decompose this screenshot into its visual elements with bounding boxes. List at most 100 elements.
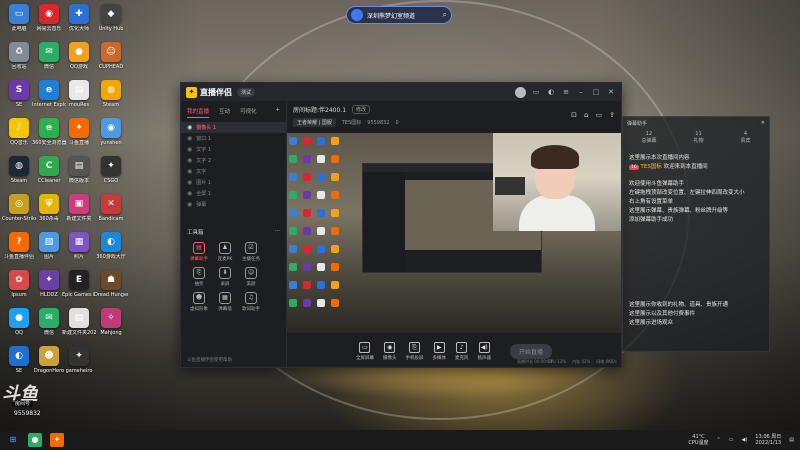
skin-icon[interactable]: ◐ [546,88,556,96]
tool-item[interactable]: ▤ 弹幕助手 [187,242,211,262]
scene-item[interactable]: ◉ 文字 2 [181,155,286,166]
user-avatar[interactable] [515,86,526,98]
tab-interaction[interactable]: 互动 [219,107,230,118]
desktop-icon[interactable]: ♻ 回收站 [2,42,36,82]
eye-icon[interactable]: ◉ [187,135,192,142]
source-control-button[interactable]: ▭ 全屏屏幕 [356,341,374,361]
scene-item[interactable]: ◉ 窗口 1 [181,133,286,144]
top-search-pill[interactable]: 深圳熊梦幻室频道 ⌕ [346,6,452,24]
search-icon[interactable]: ⌕ [443,10,447,20]
volume-icon[interactable]: ◀) [741,437,747,443]
camera-overlay[interactable] [493,133,621,231]
desktop-icon[interactable]: ⛨ 360杀毒 [32,194,66,234]
desktop-icon[interactable]: ✉ 微信 [32,308,66,348]
app-titlebar[interactable]: ✦ 直播伴侣 测试 ▭ ◐ ≡ – □ ✕ [181,83,621,101]
tab-my-live[interactable]: 我的直播 [187,107,210,118]
scene-item[interactable]: ◉ 摄像头 1 [181,122,286,133]
scene-item[interactable]: ◉ 文字 [181,166,286,177]
desktop-icon[interactable]: ◍ Steam [94,80,128,120]
tool-item[interactable]: ☻ 虚拟形象 [187,292,211,312]
tab-visual[interactable]: 可视化 [240,107,257,118]
share-icon[interactable]: ⇪ [609,111,615,119]
source-control-button[interactable]: ◀) 扬声器 [477,341,491,361]
gift-icon[interactable]: ⌂ [584,111,588,119]
menu-icon[interactable]: ≡ [561,88,571,96]
minimize-icon[interactable]: – [576,88,586,96]
app-tag-button[interactable]: 测试 [237,87,256,97]
eye-icon[interactable]: ◉ [187,190,192,197]
clock[interactable]: 13:06 周日 2022/1/13 [755,434,781,446]
add-scene-icon[interactable]: + [275,107,280,118]
taskbar-douyu-icon[interactable]: ✦ [50,433,64,447]
desktop-icon[interactable]: ✉ 微信 [32,42,66,82]
eye-icon[interactable]: ◉ [187,124,192,131]
tool-item[interactable]: ☺ 美颜 [239,267,263,287]
desktop-icon[interactable]: ▭ 此电脑 [2,4,36,44]
toolbox-more-icon[interactable]: ⋯ [275,228,281,236]
desktop-icon[interactable]: ◎ Counter-Strike [2,194,36,234]
desktop-icon[interactable]: ● QQ [2,308,36,348]
desktop-icon[interactable]: e 360安全浏览器 [32,118,66,158]
tool-item[interactable]: ♟ 连麦PK [213,242,237,262]
tool-item[interactable]: ⬇ 录屏 [213,267,237,287]
desktop-icon[interactable]: ☺ CUPHEAD [94,42,128,82]
desktop-icon[interactable]: ◉ 网易云音乐 [32,4,66,44]
desktop-icon[interactable]: ✕ Bandicam [94,194,128,234]
source-control-button[interactable]: ▶ 多媒体 [432,341,446,361]
help-footer-note[interactable]: 斗鱼直播伴侣使用帮助 [187,357,232,363]
scene-item[interactable]: ◉ 图片 1 [181,177,286,188]
tool-item[interactable]: ☑ 主播任务 [239,242,263,262]
lock-icon[interactable]: ⊡ [571,111,577,119]
edit-title-button[interactable]: 修改 [352,105,371,114]
eye-icon[interactable]: ◉ [187,168,192,175]
desktop-icon[interactable]: ▤ 微信版本 [62,156,96,196]
desktop-icon[interactable]: ? 斗鱼直播伴侣 [2,232,36,272]
desktop-icon[interactable]: ▣ 新建文件夹 [62,194,96,234]
desktop-icon[interactable]: ◉ yunshen [94,118,128,158]
source-control-button[interactable]: ◉ 摄像头 [383,341,396,361]
taskbar-app-green-icon[interactable]: ● [28,433,42,447]
start-icon[interactable]: ⊞ [6,433,20,447]
desktop-icon[interactable]: ✦ CSGO [94,156,128,196]
danmu-user-name[interactable]: TES国标 [640,164,661,170]
network-icon[interactable]: ▭ [729,437,734,443]
eye-icon[interactable]: ◉ [187,201,192,208]
desktop-icon[interactable]: ◐ 360游戏大厅 [94,232,128,272]
notification-icon[interactable]: ▤ [789,437,794,443]
tool-item[interactable]: ♫ 歌词助手 [239,292,263,312]
tool-item[interactable]: ⎘ 抽奖 [187,267,211,287]
desktop-icon[interactable]: ▦ 照片 [62,232,96,272]
danmu-assistant-panel[interactable]: 弹幕助手 ✕ 12 总弹幕 11 礼物 4 贵宾 这里展示本次直播间内容 16 T… [622,116,770,352]
category-select[interactable]: 王者荣耀 | 国服 [293,118,336,127]
eye-icon[interactable]: ◉ [187,157,192,164]
source-control-button[interactable]: ♪ 麦克风 [455,341,468,361]
desktop-icon[interactable]: S SE [2,80,36,120]
desktop-icon[interactable]: ✿ Ipsum [2,270,36,310]
tray-expand-icon[interactable]: ⌃ [717,437,721,443]
source-control-button[interactable]: ⎘ 手机投屏 [405,341,423,361]
eye-icon[interactable]: ◉ [187,146,192,153]
start-live-button[interactable]: 开始直播 [509,343,552,359]
desktop-icon[interactable]: ✦ HLDDZ [32,270,66,310]
desktop-icon[interactable]: ✦ gameheiro [62,346,96,386]
desktop-icon[interactable]: ☗ Dread Hunger [94,270,128,310]
scene-item[interactable]: ◉ 文字 1 [181,144,286,155]
tool-item[interactable]: ▦ 弹幕墙 [213,292,237,312]
desktop-icon[interactable]: ◍ Steam [2,156,36,196]
scene-item[interactable]: ◉ 全屏 1 [181,188,286,199]
desktop-icon[interactable]: ● QQ游戏 [62,42,96,82]
desktop-icon[interactable]: ✚ 优化大师 [62,4,96,44]
desktop-icon[interactable]: ▧ 图片 [32,232,66,272]
desktop-icon[interactable]: e Internet Explorer [32,80,66,120]
desktop-icon[interactable]: ♪ QQ音乐 [2,118,36,158]
desktop-icon[interactable]: ▤ mouRes [62,80,96,120]
desktop-icon[interactable]: ✦ 斗鱼直播 [62,118,96,158]
danmu-titlebar[interactable]: 弹幕助手 ✕ [623,117,769,129]
stream-preview[interactable] [287,133,621,333]
desktop-icon[interactable]: C CCleaner [32,156,66,196]
message-icon[interactable]: ▭ [531,88,541,96]
maximize-icon[interactable]: □ [591,88,601,96]
desktop-icon[interactable]: ✧ Mahjong [94,308,128,348]
eye-icon[interactable]: ◉ [187,179,192,186]
desktop-icon[interactable]: E Epic Games Launcher [62,270,96,310]
